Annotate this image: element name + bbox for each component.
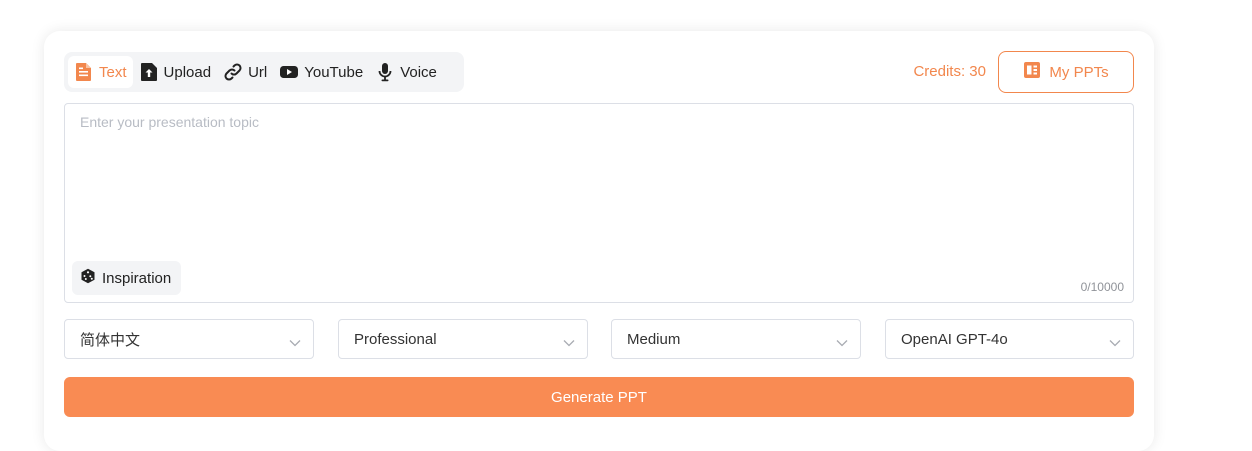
tab-url[interactable]: Url: [217, 56, 273, 88]
language-select[interactable]: 简体中文: [64, 319, 314, 359]
tab-url-label: Url: [248, 63, 268, 81]
inspiration-label: Inspiration: [102, 269, 172, 287]
model-select[interactable]: OpenAI GPT-4o: [885, 319, 1134, 359]
length-select-value: Medium: [627, 330, 681, 348]
topic-input-box: Inspiration 0/10000: [64, 103, 1134, 303]
tab-text[interactable]: Text: [68, 56, 133, 88]
tab-youtube-label: YouTube: [304, 63, 364, 81]
chevron-down-icon: [289, 334, 301, 351]
model-select-value: OpenAI GPT-4o: [901, 330, 1008, 348]
link-icon: [223, 62, 243, 82]
tab-upload[interactable]: Upload: [133, 56, 218, 88]
credits-display: Credits: 30: [913, 63, 986, 80]
my-ppts-label: My PPTs: [1049, 63, 1109, 81]
my-ppts-button[interactable]: My PPTs: [998, 51, 1134, 93]
generate-ppt-button[interactable]: Generate PPT: [64, 377, 1134, 417]
tab-voice-label: Voice: [400, 63, 437, 81]
ppt-generator-card: Text Upload Url YouTube Voice Credits: 3…: [44, 31, 1154, 451]
options-row: 简体中文 Professional Medium OpenAI GPT-4o: [64, 319, 1134, 359]
topic-input[interactable]: [65, 104, 1133, 254]
chevron-down-icon: [563, 334, 575, 351]
inspiration-button[interactable]: Inspiration: [72, 261, 181, 295]
chevron-down-icon: [1109, 334, 1121, 351]
input-mode-tabs: Text Upload Url YouTube Voice: [64, 52, 464, 92]
dice-icon: [80, 268, 96, 288]
upload-icon: [139, 62, 159, 82]
tone-select-value: Professional: [354, 330, 437, 348]
microphone-icon: [375, 62, 395, 82]
length-select[interactable]: Medium: [611, 319, 861, 359]
language-select-value: 简体中文: [80, 331, 141, 349]
tab-voice[interactable]: Voice: [369, 56, 443, 88]
character-counter: 0/10000: [1080, 280, 1124, 294]
tone-select[interactable]: Professional: [338, 319, 588, 359]
tab-text-label: Text: [99, 63, 127, 81]
tab-upload-label: Upload: [163, 63, 212, 81]
youtube-icon: [279, 62, 299, 82]
document-icon: [74, 62, 94, 82]
presentation-icon: [1023, 61, 1041, 83]
tab-youtube[interactable]: YouTube: [273, 56, 369, 88]
chevron-down-icon: [836, 334, 848, 351]
